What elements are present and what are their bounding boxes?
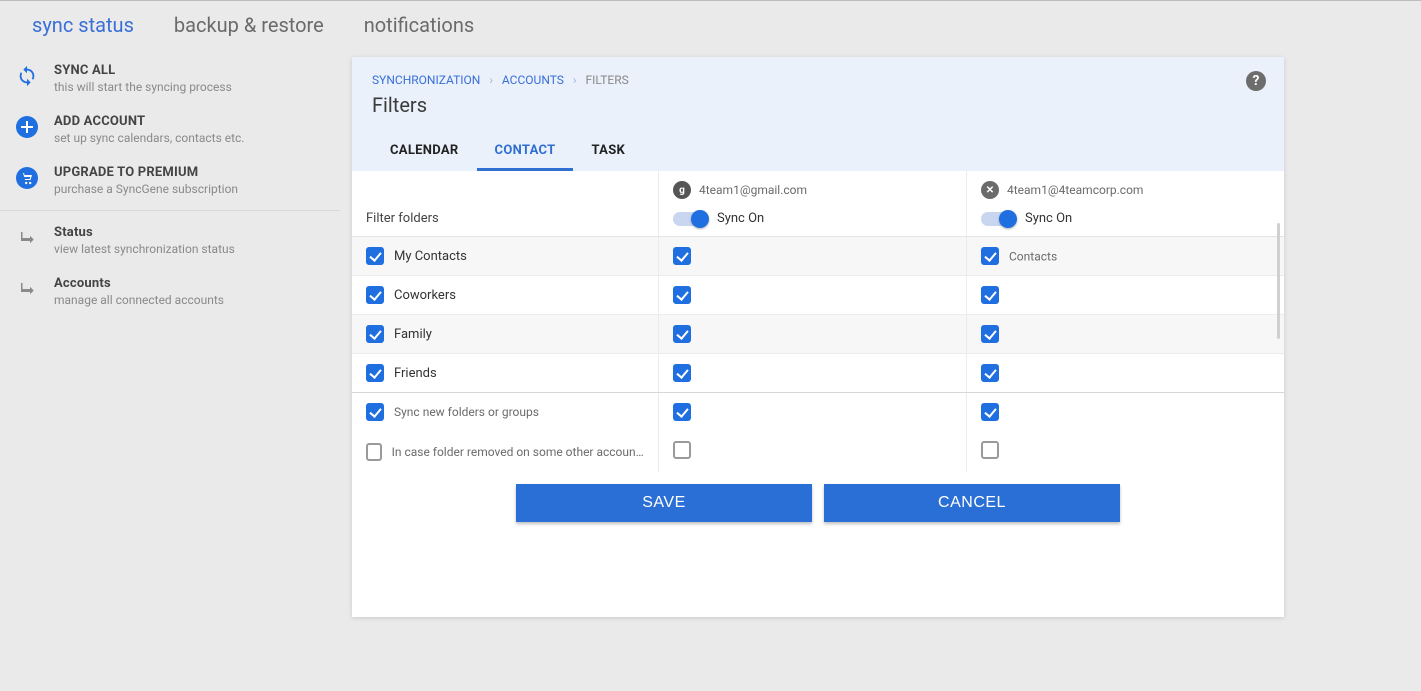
sub-tabs: CALENDAR CONTACT TASK: [372, 133, 1264, 171]
option-account-checkbox[interactable]: [981, 403, 999, 421]
folder-row: Family: [352, 315, 1284, 354]
folder-name: Family: [394, 327, 432, 342]
breadcrumb: SYNCHRONIZATION › ACCOUNTS › FILTERS: [372, 73, 1264, 87]
google-account-icon: g: [673, 181, 691, 199]
sub-tab-contact[interactable]: CONTACT: [477, 133, 574, 171]
folder-account-checkbox[interactable]: [981, 286, 999, 304]
save-button[interactable]: SAVE: [516, 484, 812, 522]
panel-title: Filters: [372, 93, 1264, 117]
plus-circle-icon: [14, 114, 40, 140]
sidebar: SYNC ALL this will start the syncing pro…: [0, 49, 340, 617]
top-tabs: sync status backup & restore notificatio…: [0, 1, 1421, 49]
folder-account-checkbox[interactable]: [981, 247, 999, 265]
breadcrumb-accounts[interactable]: ACCOUNTS: [502, 73, 564, 87]
folder-name: Coworkers: [394, 288, 456, 303]
folder-checkbox[interactable]: [366, 247, 384, 265]
folder-name: My Contacts: [394, 249, 467, 264]
sidebar-item-title: Accounts: [54, 276, 224, 291]
tab-backup-restore[interactable]: backup & restore: [154, 13, 344, 37]
sidebar-item-sub: set up sync calendars, contacts etc.: [54, 131, 244, 145]
breadcrumb-filters: FILTERS: [586, 73, 629, 87]
tab-notifications[interactable]: notifications: [344, 13, 494, 37]
account-email: 4team1@gmail.com: [699, 183, 807, 197]
option-checkbox-sync-new[interactable]: [366, 403, 384, 421]
sidebar-item-title: SYNC ALL: [54, 63, 232, 78]
sidebar-item-title: ADD ACCOUNT: [54, 114, 244, 129]
filters-panel: ? SYNCHRONIZATION › ACCOUNTS › FILTERS F…: [352, 57, 1284, 617]
sidebar-item-sub: view latest synchronization status: [54, 242, 235, 256]
sidebar-item-sub: manage all connected accounts: [54, 293, 224, 307]
folder-checkbox[interactable]: [366, 286, 384, 304]
breadcrumb-synchronization[interactable]: SYNCHRONIZATION: [372, 73, 480, 87]
sidebar-item-sync-all[interactable]: SYNC ALL this will start the syncing pro…: [0, 53, 340, 104]
sidebar-item-title: UPGRADE TO PREMIUM: [54, 165, 238, 180]
option-label: In case folder removed on some other acc…: [392, 445, 644, 459]
option-account-checkbox[interactable]: [981, 441, 999, 459]
option-row-delete-removed: In case folder removed on some other acc…: [352, 431, 1284, 472]
option-row-sync-new: Sync new folders or groups: [352, 393, 1284, 431]
option-account-checkbox[interactable]: [673, 403, 691, 421]
sync-toggle-account-1[interactable]: [673, 212, 707, 226]
folder-account-checkbox[interactable]: [673, 364, 691, 382]
folder-account-checkbox[interactable]: [981, 364, 999, 382]
folder-account-checkbox[interactable]: [673, 286, 691, 304]
sidebar-item-title: Status: [54, 225, 235, 240]
scrollbar[interactable]: [1277, 223, 1280, 339]
arrow-sub-icon: [14, 225, 40, 251]
cancel-button[interactable]: CANCEL: [824, 484, 1120, 522]
sidebar-item-upgrade-premium[interactable]: UPGRADE TO PREMIUM purchase a SyncGene s…: [0, 155, 340, 206]
sync-icon: [14, 63, 40, 89]
folder-row: My Contacts Contacts: [352, 237, 1284, 276]
option-label: Sync new folders or groups: [394, 405, 539, 419]
sync-toggle-label: Sync On: [1025, 211, 1072, 226]
option-account-checkbox[interactable]: [673, 441, 691, 459]
sync-toggle-label: Sync On: [717, 211, 764, 226]
sidebar-item-status[interactable]: Status view latest synchronization statu…: [0, 215, 340, 266]
sidebar-item-sub: this will start the syncing process: [54, 80, 232, 94]
sidebar-item-add-account[interactable]: ADD ACCOUNT set up sync calendars, conta…: [0, 104, 340, 155]
sidebar-item-sub: purchase a SyncGene subscription: [54, 182, 238, 196]
sync-toggle-account-2[interactable]: [981, 212, 1015, 226]
folder-checkbox[interactable]: [366, 325, 384, 343]
folder-alt-label: Contacts: [1009, 250, 1057, 264]
folder-account-checkbox[interactable]: [673, 325, 691, 343]
sub-tab-task[interactable]: TASK: [573, 133, 643, 171]
help-icon[interactable]: ?: [1246, 71, 1266, 91]
account-email: 4team1@4teamcorp.com: [1007, 183, 1143, 197]
folder-account-checkbox[interactable]: [673, 247, 691, 265]
folder-account-checkbox[interactable]: [981, 325, 999, 343]
folder-row: Coworkers: [352, 276, 1284, 315]
arrow-sub-icon: [14, 276, 40, 302]
filter-folders-label: Filter folders: [352, 171, 658, 236]
sidebar-item-accounts[interactable]: Accounts manage all connected accounts: [0, 266, 340, 317]
folder-checkbox[interactable]: [366, 364, 384, 382]
folder-row: Friends: [352, 354, 1284, 393]
sub-tab-calendar[interactable]: CALENDAR: [372, 133, 477, 171]
cart-circle-icon: [14, 165, 40, 191]
option-checkbox-delete-removed[interactable]: [366, 443, 382, 461]
folder-name: Friends: [394, 366, 437, 381]
exchange-account-icon: ✕: [981, 181, 999, 199]
tab-sync-status[interactable]: sync status: [12, 13, 154, 37]
